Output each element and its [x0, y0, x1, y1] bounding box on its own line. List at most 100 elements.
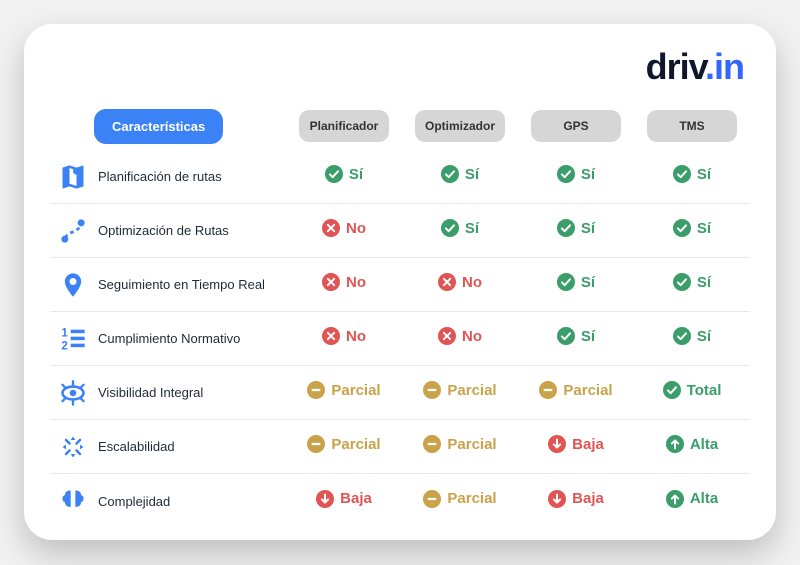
no-icon: [438, 327, 456, 345]
yes-icon: [557, 165, 575, 183]
yes-icon: [557, 327, 575, 345]
status-label: Parcial: [447, 436, 496, 453]
status-label: No: [346, 274, 366, 291]
yes-icon: [557, 219, 575, 237]
list-icon: 12: [58, 324, 88, 354]
feature-label: Cumplimiento Normativo: [98, 331, 240, 346]
svg-text:1: 1: [61, 326, 68, 339]
scale-icon: [58, 432, 88, 462]
table-cell: Parcial: [402, 435, 518, 458]
status-label: Sí: [697, 220, 711, 237]
table-cell: No: [286, 273, 402, 296]
svg-text:2: 2: [61, 339, 68, 352]
visibility-icon: [58, 378, 88, 408]
status-label: No: [346, 220, 366, 237]
low-icon: [548, 490, 566, 508]
yes-icon: [673, 165, 691, 183]
table-cell: Sí: [402, 219, 518, 242]
no-icon: [322, 273, 340, 291]
status-no: No: [438, 273, 482, 291]
status-yes: Sí: [441, 219, 479, 237]
total-icon: [663, 381, 681, 399]
table-cell: Sí: [518, 219, 634, 242]
table-cell: Sí: [634, 273, 750, 296]
route-icon: [58, 216, 88, 246]
status-partial: Parcial: [423, 381, 496, 399]
map-icon: [58, 162, 88, 192]
column-header-planificador: Planificador: [299, 110, 389, 142]
table-cell: Alta: [634, 490, 750, 513]
table-row: 12 Cumplimiento Normativo No No SíSí: [50, 312, 750, 366]
status-label: Sí: [465, 220, 479, 237]
pin-icon: [58, 270, 88, 300]
status-no: No: [322, 273, 366, 291]
table-cell: No: [402, 327, 518, 350]
status-label: Parcial: [447, 382, 496, 399]
status-label: No: [346, 328, 366, 345]
column-header-tms: TMS: [647, 110, 737, 142]
comparison-card: driv.in Características Planificador Opt…: [24, 24, 776, 540]
table-cell: Parcial: [518, 381, 634, 404]
yes-icon: [673, 273, 691, 291]
low-icon: [316, 490, 334, 508]
feature-label: Visibilidad Integral: [98, 385, 203, 400]
partial-icon: [539, 381, 557, 399]
status-yes: Sí: [441, 165, 479, 183]
status-partial: Parcial: [423, 435, 496, 453]
status-yes: Sí: [557, 273, 595, 291]
brand-name-a: driv: [646, 46, 705, 87]
feature-label: Planificación de rutas: [98, 169, 222, 184]
table-cell: Sí: [634, 327, 750, 350]
column-header-optimizador: Optimizador: [415, 110, 505, 142]
status-low: Baja: [316, 490, 372, 508]
status-label: Parcial: [447, 490, 496, 507]
yes-icon: [441, 219, 459, 237]
table-cell: Sí: [518, 327, 634, 350]
status-label: Sí: [697, 166, 711, 183]
table-row: Optimización de RutasNoSíSíSí: [50, 204, 750, 258]
yes-icon: [673, 327, 691, 345]
table-row: Seguimiento en Tiempo Real No No Sí Sí: [50, 258, 750, 312]
status-low: Baja: [548, 435, 604, 453]
status-total: Total: [663, 381, 722, 399]
table-cell: Sí: [402, 165, 518, 188]
feature-label: Seguimiento en Tiempo Real: [98, 277, 265, 292]
table-cell: Alta: [634, 435, 750, 458]
table-cell: Sí: [634, 219, 750, 242]
no-icon: [322, 219, 340, 237]
status-partial: Parcial: [423, 490, 496, 508]
status-high: Alta: [666, 490, 718, 508]
high-icon: [666, 435, 684, 453]
table-cell: Baja: [286, 490, 402, 513]
status-yes: Sí: [673, 219, 711, 237]
high-icon: [666, 490, 684, 508]
no-icon: [438, 273, 456, 291]
status-partial: Parcial: [307, 435, 380, 453]
table-cell: Parcial: [286, 381, 402, 404]
partial-icon: [307, 381, 325, 399]
status-yes: Sí: [325, 165, 363, 183]
status-label: Sí: [697, 274, 711, 291]
brand-logo: driv.in: [50, 46, 750, 88]
table-cell: Sí: [518, 273, 634, 296]
status-label: No: [462, 274, 482, 291]
status-yes: Sí: [673, 165, 711, 183]
table-cell: Sí: [634, 165, 750, 188]
partial-icon: [423, 490, 441, 508]
yes-icon: [441, 165, 459, 183]
table-cell: Baja: [518, 435, 634, 458]
table-cell: Sí: [518, 165, 634, 188]
feature-label: Complejidad: [98, 494, 170, 509]
brain-icon: [58, 486, 88, 516]
partial-icon: [423, 381, 441, 399]
yes-icon: [673, 219, 691, 237]
status-label: Total: [687, 382, 722, 399]
status-no: No: [438, 327, 482, 345]
status-partial: Parcial: [539, 381, 612, 399]
status-label: Baja: [340, 490, 372, 507]
comparison-table: Características Planificador Optimizador…: [50, 102, 750, 528]
table-cell: Parcial: [286, 435, 402, 458]
partial-icon: [423, 435, 441, 453]
status-label: No: [462, 328, 482, 345]
low-icon: [548, 435, 566, 453]
